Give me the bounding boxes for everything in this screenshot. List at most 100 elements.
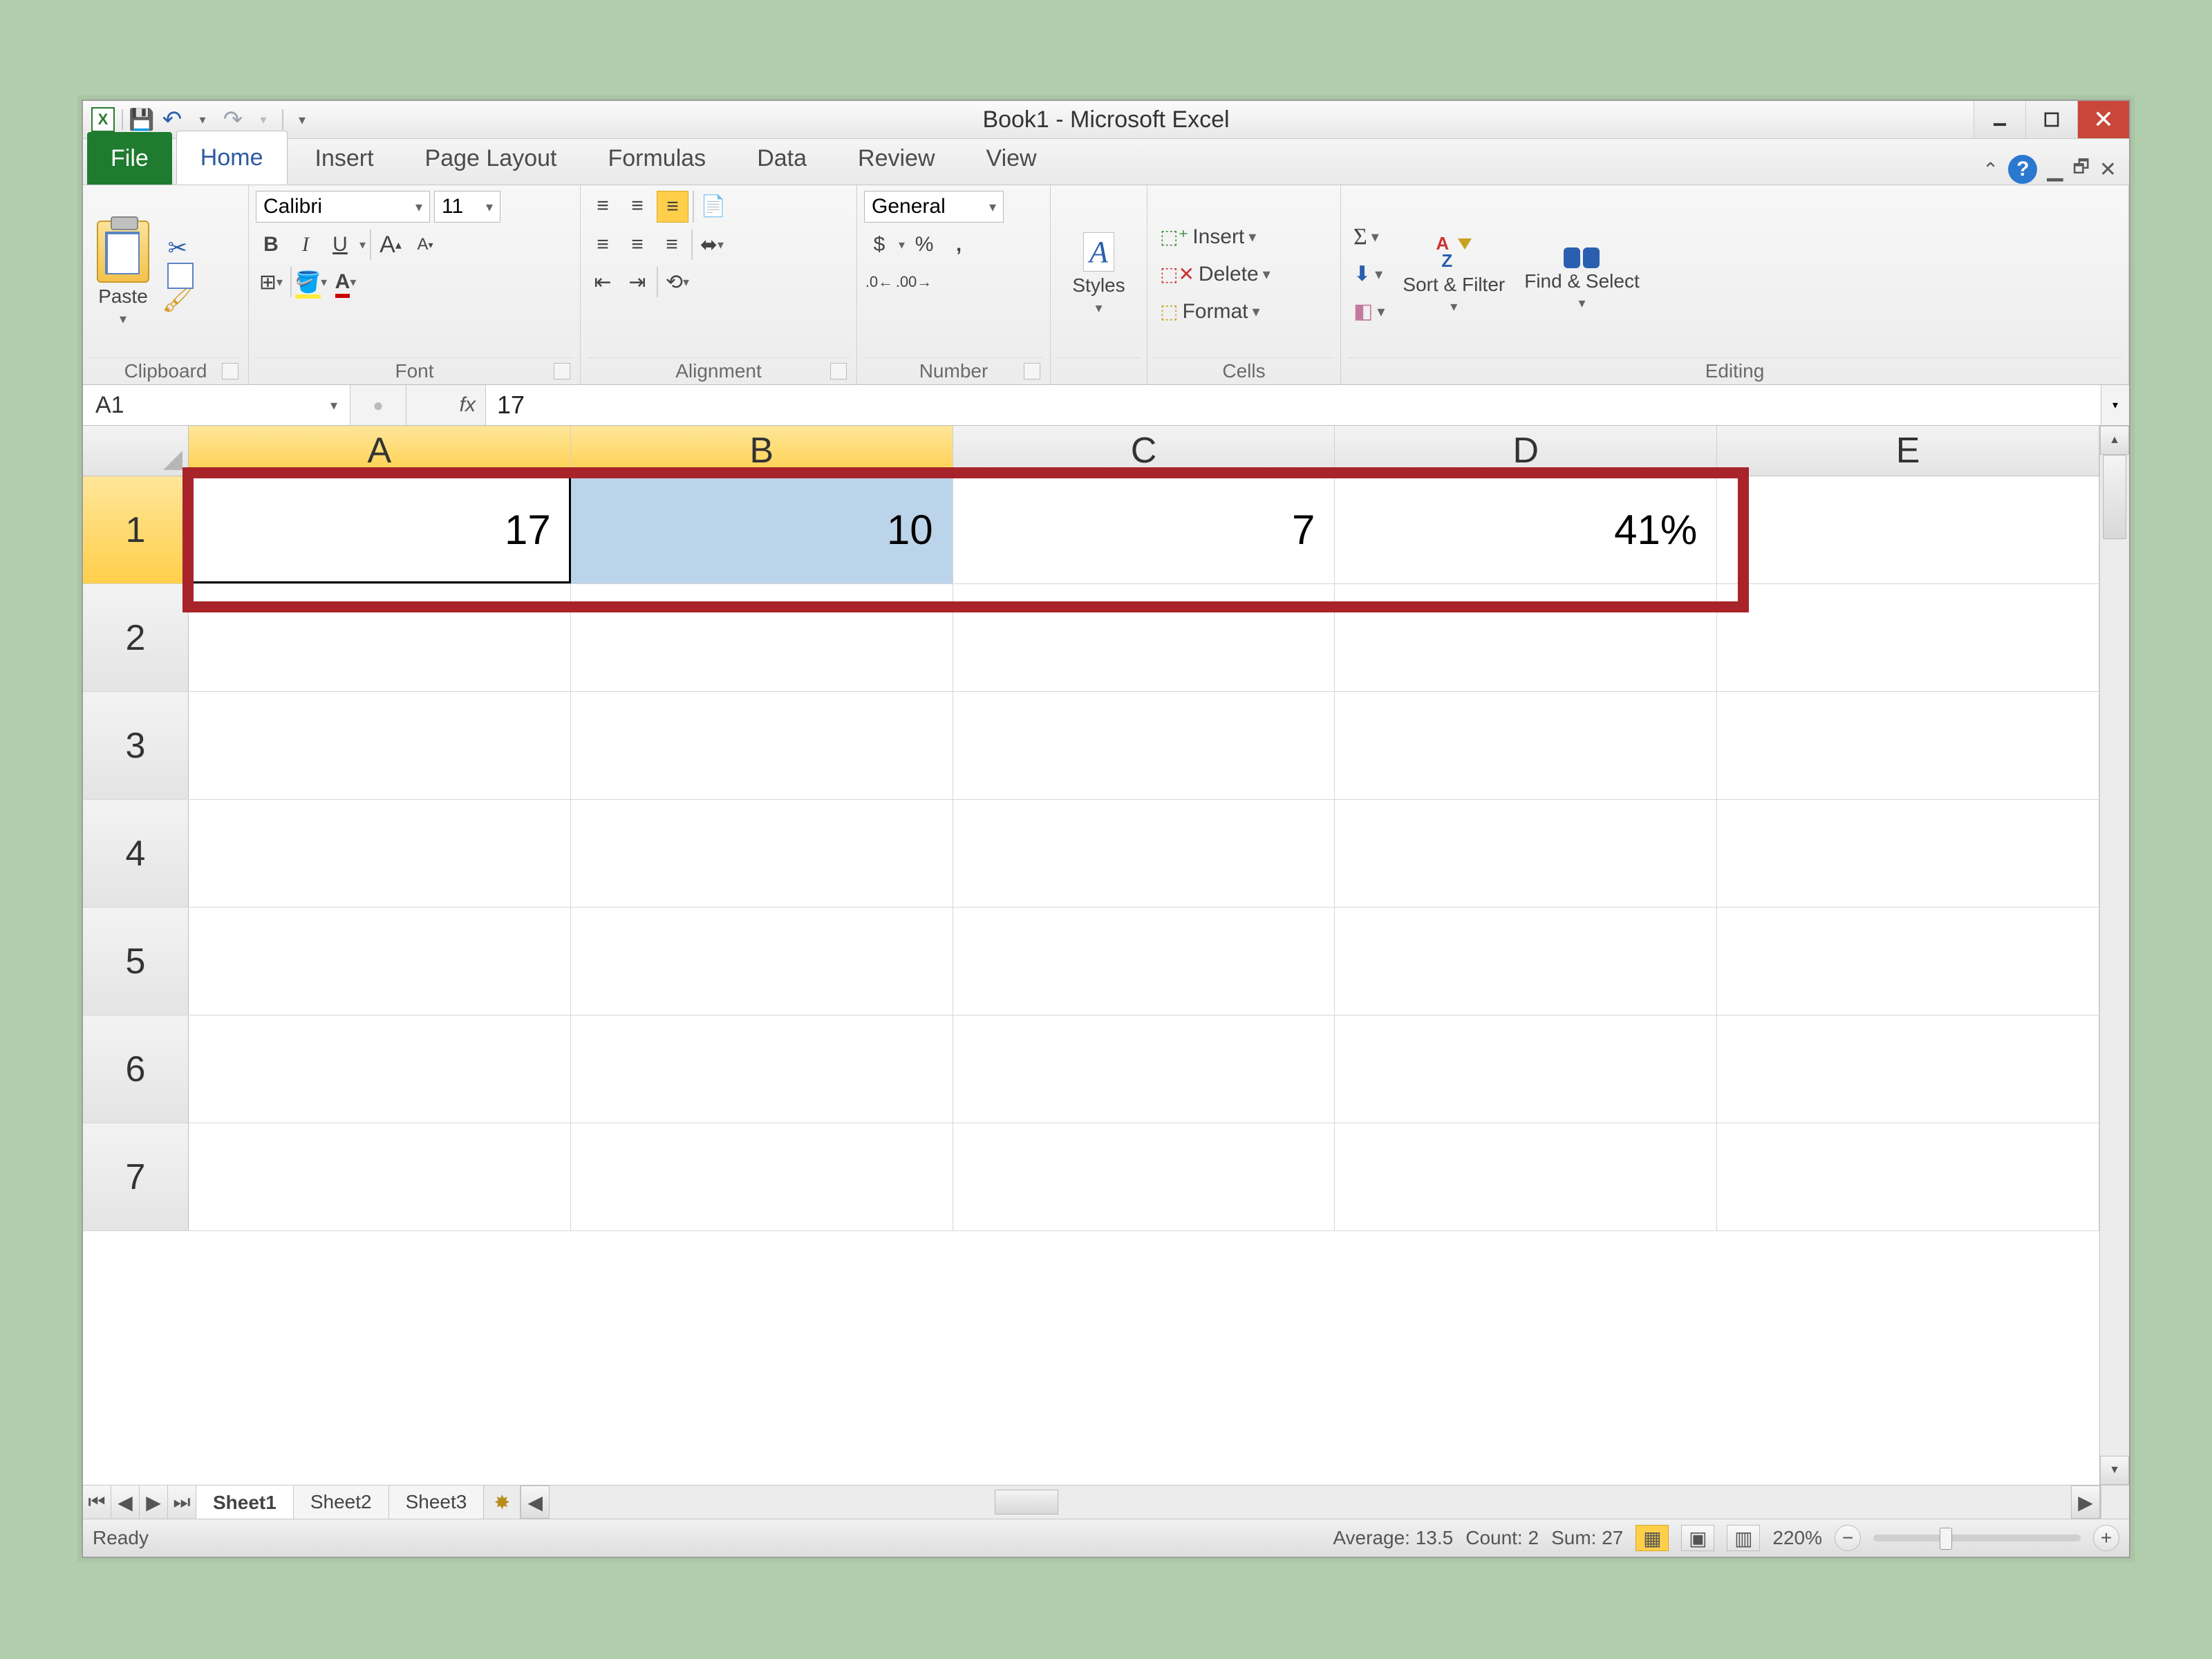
select-all-corner[interactable] [83, 426, 189, 476]
redo-icon[interactable]: ↷ [221, 108, 245, 131]
cell[interactable] [189, 1123, 571, 1230]
mdi-minimize-icon[interactable]: ▁ [2047, 158, 2063, 182]
redo-dropdown-icon[interactable]: ▾ [252, 108, 275, 131]
column-header-c[interactable]: C [953, 426, 1335, 476]
align-middle-button[interactable]: ≡ [622, 191, 653, 221]
zoom-slider[interactable] [1873, 1535, 2081, 1541]
view-page-break-icon[interactable]: ▥ [1727, 1525, 1760, 1551]
cell-e1[interactable] [1717, 476, 2099, 583]
sheet-tab-1[interactable]: Sheet1 [196, 1485, 294, 1519]
cell[interactable] [1335, 692, 1717, 799]
cell[interactable] [953, 800, 1335, 907]
shrink-font-button[interactable]: A▾ [410, 229, 440, 260]
scroll-down-icon[interactable]: ▼ [2100, 1456, 2129, 1485]
tab-data[interactable]: Data [733, 132, 830, 185]
tab-nav-next-icon[interactable]: ▶ [140, 1485, 168, 1519]
orientation-button[interactable]: ⟲▾ [662, 267, 693, 297]
column-header-b[interactable]: B [571, 426, 953, 476]
cell[interactable] [571, 692, 953, 799]
cell[interactable] [953, 584, 1335, 691]
mdi-close-icon[interactable]: ✕ [2099, 158, 2117, 182]
paste-button[interactable]: Paste ▾ [90, 191, 156, 357]
cell-b1[interactable]: 10 [571, 476, 953, 583]
align-top-button[interactable]: ≡ [588, 191, 618, 221]
tab-nav-last-icon[interactable]: ⏭ [168, 1485, 196, 1519]
cell[interactable] [571, 908, 953, 1015]
grid[interactable]: A B C D E 1 17 10 7 41% 2 3 4 5 6 [83, 426, 2099, 1485]
column-header-e[interactable]: E [1717, 426, 2099, 476]
cell[interactable] [571, 584, 953, 691]
row-header-1[interactable]: 1 [83, 476, 189, 583]
name-box[interactable]: A1▾ [83, 385, 350, 425]
font-size-combo[interactable]: 11▾ [434, 191, 500, 223]
wrap-text-button[interactable]: 📄 [698, 191, 729, 221]
bold-button[interactable]: B [256, 229, 286, 260]
cell[interactable] [953, 1015, 1335, 1123]
align-right-button[interactable]: ≡ [657, 229, 687, 260]
align-bottom-button[interactable]: ≡ [657, 191, 688, 223]
hscroll-thumb[interactable] [995, 1490, 1058, 1515]
fill-button[interactable]: ⬇▾ [1348, 257, 1388, 292]
comma-button[interactable]: , [944, 229, 974, 260]
vscroll-thumb[interactable] [2103, 455, 2126, 539]
row-header-6[interactable]: 6 [83, 1015, 189, 1123]
cell[interactable] [189, 1015, 571, 1123]
tab-page-layout[interactable]: Page Layout [402, 132, 581, 185]
cell[interactable] [1335, 800, 1717, 907]
scroll-up-icon[interactable]: ▲ [2100, 426, 2129, 455]
help-icon[interactable]: ? [2008, 155, 2037, 184]
horizontal-scrollbar[interactable]: ◀▶ [520, 1485, 2129, 1519]
cell-d1[interactable]: 41% [1335, 476, 1717, 583]
clipboard-launcher-icon[interactable] [222, 363, 238, 379]
view-page-layout-icon[interactable]: ▣ [1681, 1525, 1714, 1551]
undo-icon[interactable]: ↶ [160, 108, 184, 131]
sort-filter-button[interactable]: AZ Sort & Filter▾ [1396, 191, 1512, 357]
currency-button[interactable]: $ [864, 229, 894, 260]
percent-button[interactable]: % [909, 229, 939, 260]
delete-cells-button[interactable]: ⬚✕Delete▾ [1154, 257, 1333, 292]
qat-customize-icon[interactable]: ▾ [290, 108, 314, 131]
cell[interactable] [953, 692, 1335, 799]
cell[interactable] [189, 800, 571, 907]
formula-input[interactable]: 17 [486, 385, 2101, 425]
row-header-2[interactable]: 2 [83, 584, 189, 691]
merge-center-button[interactable]: ⬌▾ [697, 229, 727, 260]
cell[interactable] [1335, 584, 1717, 691]
fill-color-button[interactable]: 🪣▾ [296, 267, 326, 297]
cell[interactable] [571, 800, 953, 907]
grow-font-button[interactable]: A▴ [375, 229, 406, 260]
cell[interactable] [953, 1123, 1335, 1230]
row-header-4[interactable]: 4 [83, 800, 189, 907]
cell[interactable] [1717, 1123, 2099, 1230]
copy-icon[interactable]: ▾ [171, 266, 183, 281]
row-header-7[interactable]: 7 [83, 1123, 189, 1230]
tab-nav-prev-icon[interactable]: ◀ [111, 1485, 140, 1519]
cell[interactable] [1717, 692, 2099, 799]
tab-review[interactable]: Review [834, 132, 958, 185]
close-button[interactable]: ✕ [2077, 101, 2129, 138]
hscroll-resize[interactable] [2101, 1485, 2129, 1519]
cell[interactable] [1335, 1015, 1717, 1123]
increase-indent-button[interactable]: ⇥ [622, 267, 653, 297]
number-launcher-icon[interactable] [1024, 363, 1040, 379]
cut-icon[interactable]: ✂ [168, 234, 188, 262]
cell[interactable] [189, 692, 571, 799]
cell-a1[interactable]: 17 [189, 476, 571, 583]
decrease-indent-button[interactable]: ⇤ [588, 267, 618, 297]
vscroll-track[interactable] [2100, 455, 2129, 1456]
fx-cancel-icon[interactable]: ● [373, 395, 384, 416]
zoom-in-icon[interactable]: + [2093, 1525, 2119, 1551]
clear-button[interactable]: ◧▾ [1348, 294, 1390, 329]
format-cells-button[interactable]: ⬚Format▾ [1154, 294, 1333, 329]
formula-bar-expand-icon[interactable]: ▾ [2101, 385, 2129, 425]
cell[interactable] [571, 1015, 953, 1123]
tab-view[interactable]: View [963, 132, 1060, 185]
tab-home[interactable]: Home [176, 131, 288, 185]
autosum-button[interactable]: Σ▾ [1348, 220, 1385, 254]
font-name-combo[interactable]: Calibri▾ [256, 191, 430, 223]
italic-button[interactable]: I [290, 229, 321, 260]
minimize-button[interactable] [1974, 101, 2025, 138]
file-tab[interactable]: File [87, 132, 172, 185]
cell[interactable] [1717, 800, 2099, 907]
font-color-button[interactable]: A▾ [330, 267, 361, 297]
